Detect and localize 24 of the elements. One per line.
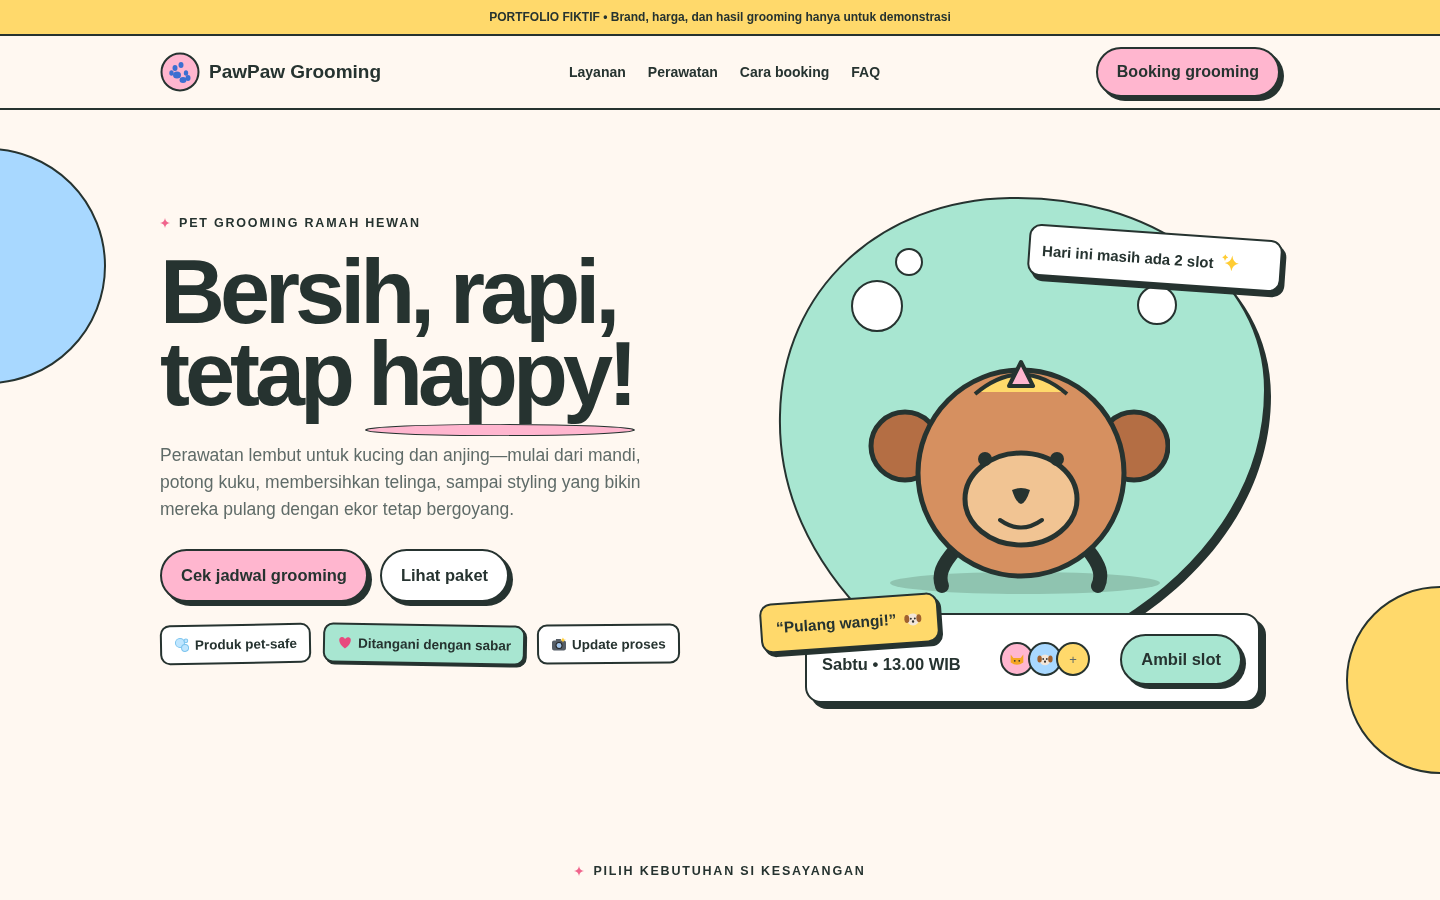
sticker-text: “Pulang wangi!” xyxy=(775,610,898,638)
sticker-text: Hari ini masih ada 2 slot xyxy=(1041,241,1215,271)
nav-link[interactable]: Cara booking xyxy=(739,64,830,80)
nav-link[interactable]: FAQ xyxy=(851,64,881,80)
eyebrow-text: PILIH KEBUTUHAN SI KESAYANGAN xyxy=(593,864,866,878)
hero-title: tetap xyxy=(160,326,351,422)
camera-icon xyxy=(551,636,568,653)
heart-icon xyxy=(336,634,354,651)
sparkle-icon xyxy=(574,866,585,876)
hero-description: Perawatan lembut untuk kucing dan anjing—mulai dari mandi, potong kuku, membersihkan telinga, sampai styling yang bikin mereka pulang dengan ekor tetap bergoyang. xyxy=(160,444,642,521)
sparkle-icon xyxy=(160,218,170,228)
slot-time: Sabtu • 13.00 WIB xyxy=(822,654,962,674)
nav-link[interactable]: Layanan xyxy=(569,64,626,80)
paw-logo-icon[interactable] xyxy=(160,52,200,92)
bubbles-icon xyxy=(173,636,191,654)
brand-name[interactable]: PawPaw Grooming xyxy=(209,61,382,83)
bubble xyxy=(851,280,903,332)
chip-label: Ditangani dengan sabar xyxy=(357,635,512,653)
eyebrow-text: PET GROOMING RAMAH HEWAN xyxy=(179,216,421,230)
nav-link[interactable]: Perawatan xyxy=(647,64,718,80)
more-avatar: + xyxy=(1056,642,1090,676)
chip-label: Update proses xyxy=(572,636,666,652)
announcement-text: PORTFOLIO FIKTIF • Brand, harga, dan hasil grooming hanya untuk demonstrasi xyxy=(489,10,951,24)
chip-label: Produk pet-safe xyxy=(194,635,298,653)
